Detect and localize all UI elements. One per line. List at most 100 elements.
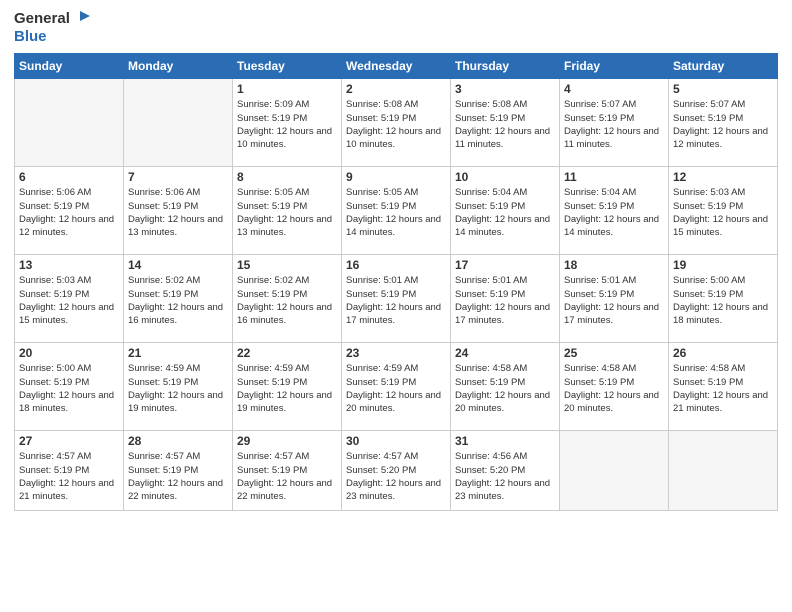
day-cell: 4Sunrise: 5:07 AMSunset: 5:19 PMDaylight… <box>560 79 669 167</box>
day-cell: 19Sunrise: 5:00 AMSunset: 5:19 PMDayligh… <box>669 255 778 343</box>
day-number: 13 <box>19 258 119 272</box>
day-number: 9 <box>346 170 446 184</box>
day-info: Sunrise: 5:08 AMSunset: 5:19 PMDaylight:… <box>346 98 446 151</box>
day-cell: 3Sunrise: 5:08 AMSunset: 5:19 PMDaylight… <box>451 79 560 167</box>
day-cell: 26 Sunrise: 4:58 AMSunset: 5:19 PMDayligh… <box>669 343 778 431</box>
day-number: 16 <box>346 258 446 272</box>
day-cell: 13 Sunrise: 5:03 AMSunset: 5:19 PMDayligh… <box>15 255 124 343</box>
day-cell: 10 Sunrise: 5:04 AMSunset: 5:19 PMDayligh… <box>451 167 560 255</box>
day-number: 19 <box>673 258 773 272</box>
day-number: 2 <box>346 82 446 96</box>
day-cell <box>15 79 124 167</box>
day-cell <box>560 431 669 511</box>
day-info: Sunrise: 4:56 AMSunset: 5:20 PMDaylight:… <box>455 450 555 503</box>
day-info: Sunrise: 4:59 AMSunset: 5:19 PMDaylight:… <box>128 362 228 415</box>
calendar-table: SundayMondayTuesdayWednesdayThursdayFrid… <box>14 53 778 511</box>
day-info: Sunrise: 4:57 AMSunset: 5:19 PMDaylight:… <box>128 450 228 503</box>
day-number: 30 <box>346 434 446 448</box>
day-info: Sunrise: 5:01 AMSunset: 5:19 PMDaylight:… <box>455 274 555 327</box>
day-number: 12 <box>673 170 773 184</box>
day-info: Sunrise: 5:07 AMSunset: 5:19 PMDaylight:… <box>564 98 664 151</box>
day-number: 22 <box>237 346 337 360</box>
day-info: Sunrise: 5:00 AMSunset: 5:19 PMDaylight:… <box>19 362 119 415</box>
day-number: 31 <box>455 434 555 448</box>
weekday-header-saturday: Saturday <box>669 54 778 79</box>
day-number: 21 <box>128 346 228 360</box>
page-header: General Blue <box>14 10 778 45</box>
day-cell: 18 Sunrise: 5:01 AMSunset: 5:19 PMDayligh… <box>560 255 669 343</box>
day-info: Sunrise: 5:03 AMSunset: 5:19 PMDaylight:… <box>19 274 119 327</box>
day-number: 20 <box>19 346 119 360</box>
day-cell: 15 Sunrise: 5:02 AMSunset: 5:19 PMDayligh… <box>233 255 342 343</box>
day-number: 6 <box>19 170 119 184</box>
weekday-header-friday: Friday <box>560 54 669 79</box>
day-number: 10 <box>455 170 555 184</box>
logo: General Blue <box>14 10 90 45</box>
weekday-header-sunday: Sunday <box>15 54 124 79</box>
day-number: 26 <box>673 346 773 360</box>
day-info: Sunrise: 5:05 AMSunset: 5:19 PMDaylight:… <box>237 186 337 239</box>
day-cell: 28 Sunrise: 4:57 AMSunset: 5:19 PMDayligh… <box>124 431 233 511</box>
day-number: 18 <box>564 258 664 272</box>
day-number: 27 <box>19 434 119 448</box>
day-cell: 25Sunrise: 4:58 AMSunset: 5:19 PMDayligh… <box>560 343 669 431</box>
day-number: 8 <box>237 170 337 184</box>
day-info: Sunrise: 4:59 AMSunset: 5:19 PMDaylight:… <box>237 362 337 415</box>
day-info: Sunrise: 4:57 AMSunset: 5:20 PMDaylight:… <box>346 450 446 503</box>
day-info: Sunrise: 4:58 AMSunset: 5:19 PMDaylight:… <box>455 362 555 415</box>
day-cell: 5Sunrise: 5:07 AMSunset: 5:19 PMDaylight… <box>669 79 778 167</box>
logo-flag-icon <box>72 10 90 28</box>
day-info: Sunrise: 5:06 AMSunset: 5:19 PMDaylight:… <box>19 186 119 239</box>
day-cell: 30 Sunrise: 4:57 AMSunset: 5:20 PMDayligh… <box>342 431 451 511</box>
day-info: Sunrise: 4:59 AMSunset: 5:19 PMDaylight:… <box>346 362 446 415</box>
day-cell: 16 Sunrise: 5:01 AMSunset: 5:19 PMDayligh… <box>342 255 451 343</box>
day-cell: 1 Sunrise: 5:09 AMSunset: 5:19 PMDaylight… <box>233 79 342 167</box>
day-info: Sunrise: 5:04 AMSunset: 5:19 PMDaylight:… <box>455 186 555 239</box>
logo-blue: Blue <box>14 28 47 45</box>
week-row-1: 1 Sunrise: 5:09 AMSunset: 5:19 PMDaylight… <box>15 79 778 167</box>
weekday-header-thursday: Thursday <box>451 54 560 79</box>
day-info: Sunrise: 5:06 AMSunset: 5:19 PMDaylight:… <box>128 186 228 239</box>
day-info: Sunrise: 5:08 AMSunset: 5:19 PMDaylight:… <box>455 98 555 151</box>
day-info: Sunrise: 5:05 AMSunset: 5:19 PMDaylight:… <box>346 186 446 239</box>
day-cell: 6 Sunrise: 5:06 AMSunset: 5:19 PMDaylight… <box>15 167 124 255</box>
day-info: Sunrise: 4:58 AMSunset: 5:19 PMDaylight:… <box>673 362 773 415</box>
weekday-header-monday: Monday <box>124 54 233 79</box>
day-info: Sunrise: 4:57 AMSunset: 5:19 PMDaylight:… <box>237 450 337 503</box>
day-number: 24 <box>455 346 555 360</box>
day-info: Sunrise: 5:02 AMSunset: 5:19 PMDaylight:… <box>128 274 228 327</box>
day-number: 23 <box>346 346 446 360</box>
day-cell: 11Sunrise: 5:04 AMSunset: 5:19 PMDayligh… <box>560 167 669 255</box>
day-info: Sunrise: 5:01 AMSunset: 5:19 PMDaylight:… <box>346 274 446 327</box>
day-cell: 8 Sunrise: 5:05 AMSunset: 5:19 PMDaylight… <box>233 167 342 255</box>
day-cell <box>669 431 778 511</box>
day-cell: 31 Sunrise: 4:56 AMSunset: 5:20 PMDayligh… <box>451 431 560 511</box>
day-number: 15 <box>237 258 337 272</box>
day-info: Sunrise: 5:04 AMSunset: 5:19 PMDaylight:… <box>564 186 664 239</box>
day-cell: 12 Sunrise: 5:03 AMSunset: 5:19 PMDayligh… <box>669 167 778 255</box>
day-number: 1 <box>237 82 337 96</box>
day-cell: 14Sunrise: 5:02 AMSunset: 5:19 PMDayligh… <box>124 255 233 343</box>
day-info: Sunrise: 5:07 AMSunset: 5:19 PMDaylight:… <box>673 98 773 151</box>
weekday-header-wednesday: Wednesday <box>342 54 451 79</box>
day-cell: 22 Sunrise: 4:59 AMSunset: 5:19 PMDayligh… <box>233 343 342 431</box>
day-cell: 2 Sunrise: 5:08 AMSunset: 5:19 PMDaylight… <box>342 79 451 167</box>
week-row-4: 20 Sunrise: 5:00 AMSunset: 5:19 PMDayligh… <box>15 343 778 431</box>
day-cell: 23 Sunrise: 4:59 AMSunset: 5:19 PMDayligh… <box>342 343 451 431</box>
day-cell: 9 Sunrise: 5:05 AMSunset: 5:19 PMDaylight… <box>342 167 451 255</box>
day-info: Sunrise: 5:01 AMSunset: 5:19 PMDaylight:… <box>564 274 664 327</box>
day-number: 17 <box>455 258 555 272</box>
day-number: 29 <box>237 434 337 448</box>
day-cell: 7Sunrise: 5:06 AMSunset: 5:19 PMDaylight… <box>124 167 233 255</box>
day-info: Sunrise: 5:03 AMSunset: 5:19 PMDaylight:… <box>673 186 773 239</box>
logo-text: General Blue <box>14 10 90 45</box>
day-cell: 17 Sunrise: 5:01 AMSunset: 5:19 PMDayligh… <box>451 255 560 343</box>
day-number: 28 <box>128 434 228 448</box>
day-info: Sunrise: 5:02 AMSunset: 5:19 PMDaylight:… <box>237 274 337 327</box>
day-cell: 21 Sunrise: 4:59 AMSunset: 5:19 PMDayligh… <box>124 343 233 431</box>
day-cell: 29 Sunrise: 4:57 AMSunset: 5:19 PMDayligh… <box>233 431 342 511</box>
day-cell: 20 Sunrise: 5:00 AMSunset: 5:19 PMDayligh… <box>15 343 124 431</box>
day-number: 25 <box>564 346 664 360</box>
week-row-3: 13 Sunrise: 5:03 AMSunset: 5:19 PMDayligh… <box>15 255 778 343</box>
day-info: Sunrise: 5:09 AMSunset: 5:19 PMDaylight:… <box>237 98 337 151</box>
